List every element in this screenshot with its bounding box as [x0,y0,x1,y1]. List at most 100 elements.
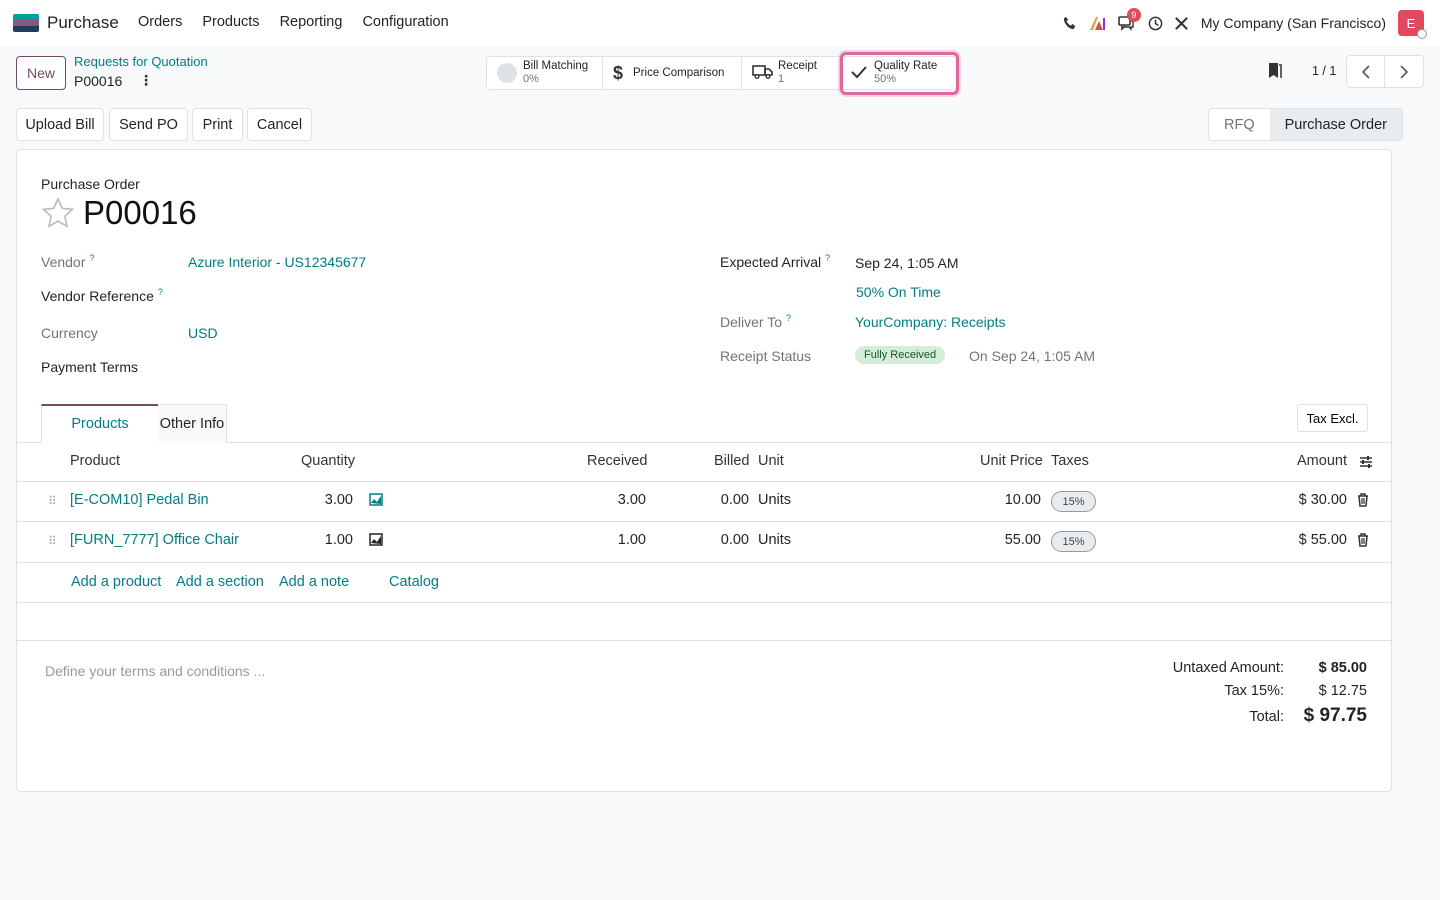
tax-tag[interactable]: 15% [1051,531,1096,552]
purchase-app-icon[interactable] [13,14,39,32]
help-icon[interactable]: ? [158,287,163,297]
deliver-to-label-text: Deliver To [720,314,782,330]
price-comparison-button[interactable]: $ Price Comparison [603,57,742,89]
forecast-chart-icon[interactable] [369,493,383,509]
receipt-status-date: On Sep 24, 1:05 AM [969,348,1096,364]
deliver-to-label: Deliver To? [720,313,791,330]
truck-icon [752,64,774,82]
receipt-status-label: Receipt Status [720,348,812,364]
add-section-link[interactable]: Add a section [176,574,264,590]
receipt-status-badge: Fully Received [855,346,946,364]
receipt-value: 1 [778,73,785,85]
form-sheet: Purchase Order P00016 Vendor? Azure Inte… [16,149,1392,792]
quality-rate-title: Quality Rate [874,60,938,72]
column-unit-price[interactable]: Unit Price [980,453,1043,469]
deliver-to-field[interactable]: YourCompany: Receipts [855,314,1005,330]
add-note-link[interactable]: Add a note [279,574,349,590]
menu-products[interactable]: Products [192,14,269,30]
received-cell[interactable]: 3.00 [587,492,646,508]
currency-field[interactable]: USD [188,325,218,341]
document-name[interactable]: P00016 [83,194,197,232]
app-name[interactable]: Purchase [47,13,119,33]
product-cell[interactable]: [E-COM10] Pedal Bin [70,492,209,508]
vendor-reference-label: Vendor Reference? [41,287,163,304]
menu-orders[interactable]: Orders [128,14,192,30]
bookmark-icon[interactable] [1268,62,1282,82]
trash-icon[interactable] [1357,493,1369,510]
activity-clock-icon[interactable] [1143,10,1169,36]
tab-other-info[interactable]: Other Info [158,404,227,443]
actions-menu-icon[interactable]: ⋮ [139,72,153,89]
tax-tag[interactable]: 15% [1051,491,1096,512]
unit-price-cell[interactable]: 10.00 [981,492,1041,508]
unit-price-cell[interactable]: 55.00 [981,532,1041,548]
company-switcher[interactable]: My Company (San Francisco) [1201,15,1386,31]
bill-matching-button[interactable]: Bill Matching 0% [487,57,603,89]
chevron-left-icon [1361,64,1370,79]
status-dot [1417,29,1427,39]
optional-columns-icon[interactable] [1359,455,1373,472]
on-time-rate-link[interactable]: 50% On Time [856,284,941,300]
column-quantity[interactable]: Quantity [301,453,355,469]
unit-cell[interactable]: Units [758,492,791,508]
favorite-star-icon[interactable] [41,197,75,232]
tools-icon[interactable] [1169,10,1195,36]
help-icon[interactable]: ? [786,313,791,323]
stage-rfq[interactable]: RFQ [1209,109,1270,140]
receipt-button[interactable]: Receipt 1 [742,57,840,89]
pager-value[interactable]: 1 / 1 [1312,64,1336,78]
catalog-link[interactable]: Catalog [389,574,439,590]
breadcrumb-current: P00016 [74,73,123,89]
tab-products[interactable]: Products [41,404,159,443]
payment-terms-label: Payment Terms [41,359,138,375]
terms-conditions-field[interactable]: Define your terms and conditions ... [45,663,265,679]
quality-rate-button[interactable]: Quality Rate 50% [840,57,956,89]
bill-matching-title: Bill Matching [523,60,589,72]
help-icon[interactable]: ? [825,253,830,263]
row-divider [17,562,1391,563]
drag-handle-icon[interactable]: ⠿ [48,534,57,548]
check-icon [850,65,868,82]
bill-matching-value: 0% [523,73,539,85]
pager-next-button[interactable] [1385,56,1423,87]
trash-icon[interactable] [1357,533,1369,550]
column-received[interactable]: Received [587,453,647,469]
add-product-link[interactable]: Add a product [71,574,161,590]
vendor-field[interactable]: Azure Interior - US12345677 [188,254,366,270]
print-button[interactable]: Print [192,108,243,141]
unit-cell[interactable]: Units [758,532,791,548]
table-row[interactable]: ⠿ [FURN_7777] Office Chair 1.00 1.00 0.0… [17,522,1391,561]
received-cell[interactable]: 1.00 [587,532,646,548]
product-cell[interactable]: [FURN_7777] Office Chair [70,532,239,548]
quantity-cell[interactable]: 3.00 [299,492,353,508]
table-row[interactable]: ⠿ [E-COM10] Pedal Bin 3.00 3.00 0.00 Uni… [17,482,1391,521]
forecast-chart-icon[interactable] [369,533,383,549]
tax-excl-toggle[interactable]: Tax Excl. [1297,404,1368,432]
user-avatar[interactable]: E [1398,10,1427,39]
help-icon[interactable]: ? [89,253,94,263]
messages-icon[interactable]: 9 [1113,8,1141,36]
drag-handle-icon[interactable]: ⠿ [48,494,57,508]
breadcrumb-parent[interactable]: Requests for Quotation [74,54,208,69]
menu-configuration[interactable]: Configuration [352,14,458,30]
table-footer-divider [17,640,1391,641]
quality-rate-value: 50% [874,73,897,85]
menu-reporting[interactable]: Reporting [270,14,353,30]
ai-icon[interactable] [1085,10,1111,36]
column-amount[interactable]: Amount [1297,453,1347,469]
expected-arrival-field[interactable]: Sep 24, 1:05 AM [855,255,959,271]
column-unit[interactable]: Unit [758,453,784,469]
pager-previous-button[interactable] [1347,56,1385,87]
stage-purchase-order[interactable]: Purchase Order [1269,109,1402,140]
column-taxes[interactable]: Taxes [1051,453,1089,469]
send-po-button[interactable]: Send PO [109,108,188,141]
cancel-button[interactable]: Cancel [247,108,312,141]
column-product[interactable]: Product [70,453,120,469]
quantity-cell[interactable]: 1.00 [299,532,353,548]
upload-bill-button[interactable]: Upload Bill [16,108,104,141]
phone-icon[interactable] [1057,10,1083,36]
vendor-reference-field[interactable] [188,282,528,306]
new-button[interactable]: New [16,56,66,90]
column-billed[interactable]: Billed [714,453,749,469]
payment-terms-field[interactable] [188,353,528,377]
